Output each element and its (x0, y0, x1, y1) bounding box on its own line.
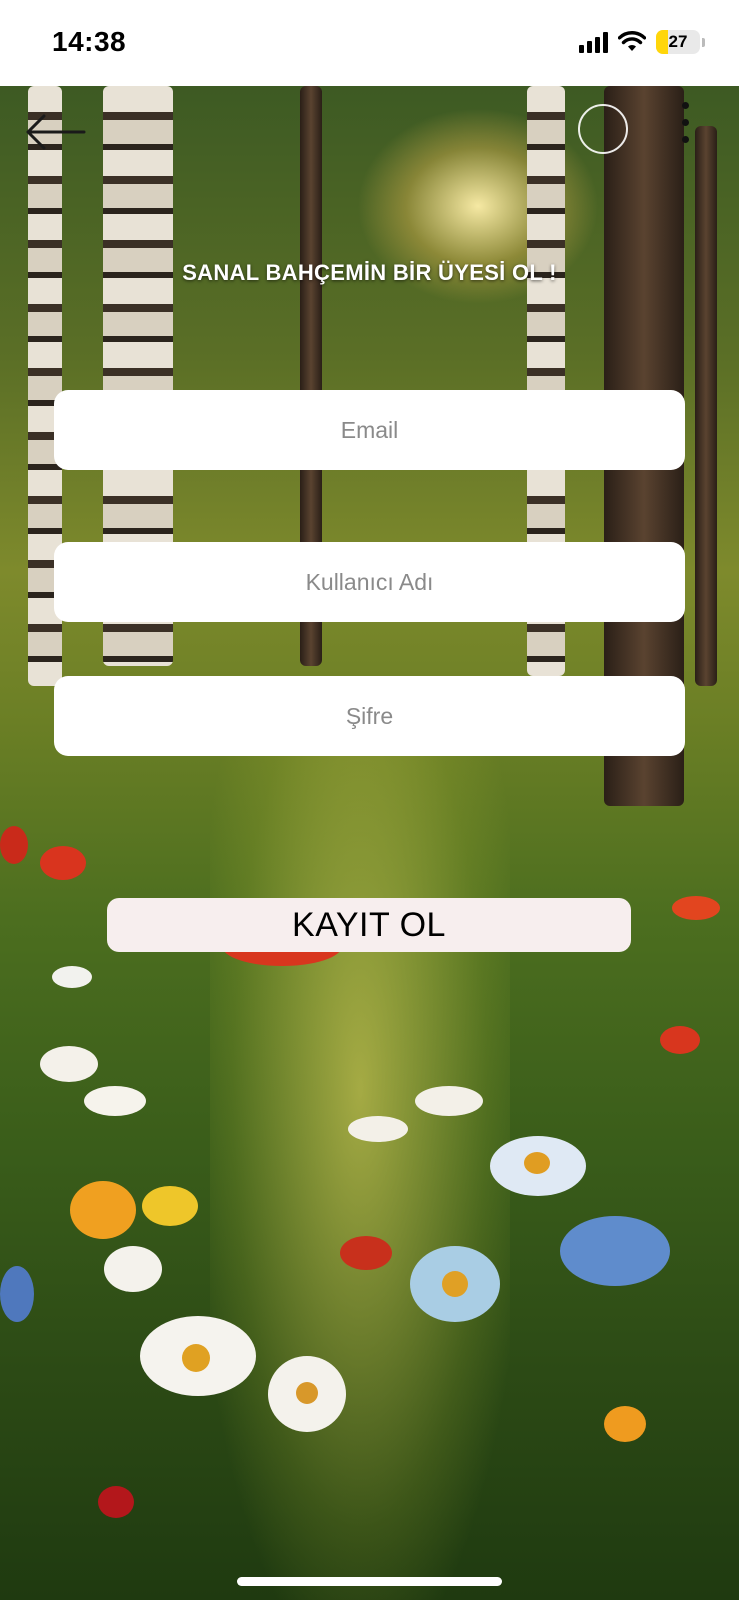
back-arrow-icon[interactable] (18, 110, 88, 154)
flower (40, 846, 86, 880)
flower (70, 1181, 136, 1239)
flower (40, 1046, 98, 1082)
battery-level: 27 (668, 32, 688, 51)
forest-path (210, 746, 510, 1600)
home-indicator (237, 1577, 502, 1586)
signal-icon (579, 31, 608, 53)
forest-background-image (0, 86, 739, 1600)
flower (98, 1486, 134, 1518)
password-field[interactable] (54, 676, 685, 756)
tree-trunk (695, 126, 717, 686)
wifi-icon (618, 31, 646, 51)
flower (142, 1186, 198, 1226)
status-bar: 14:38 27 (0, 0, 739, 86)
flower (340, 1236, 392, 1270)
more-vertical-icon[interactable] (680, 102, 690, 152)
page-title: SANAL BAHÇEMİN BİR ÜYESİ OL ! (182, 260, 557, 285)
flower (84, 1086, 146, 1116)
password-input[interactable] (54, 676, 685, 756)
battery-cap (702, 37, 705, 47)
flower-center (442, 1271, 468, 1297)
flower (0, 826, 28, 864)
username-input[interactable] (54, 542, 685, 622)
flower (415, 1086, 483, 1116)
flower (660, 1026, 700, 1054)
flower (604, 1406, 646, 1442)
username-field[interactable] (54, 542, 685, 622)
flower (104, 1246, 162, 1292)
flower (348, 1116, 408, 1142)
register-button[interactable]: KAYIT OL (107, 898, 631, 952)
flower (52, 966, 92, 988)
status-time: 14:38 (52, 26, 127, 57)
flower-center (296, 1382, 318, 1404)
flower (560, 1216, 670, 1286)
email-field[interactable] (54, 390, 685, 470)
flower-center (182, 1344, 210, 1372)
status-icons: 27 (579, 30, 705, 54)
flower (0, 1266, 34, 1322)
battery-charging-icon: 27 (656, 30, 700, 54)
close-circle-icon[interactable] (578, 104, 628, 154)
flower (672, 896, 720, 920)
flower-center (524, 1152, 550, 1174)
register-screen: 14:38 27 SANAL BAHÇEMİN BİR ÜYESİ OL ! E… (0, 0, 739, 1600)
email-input[interactable] (54, 390, 685, 470)
